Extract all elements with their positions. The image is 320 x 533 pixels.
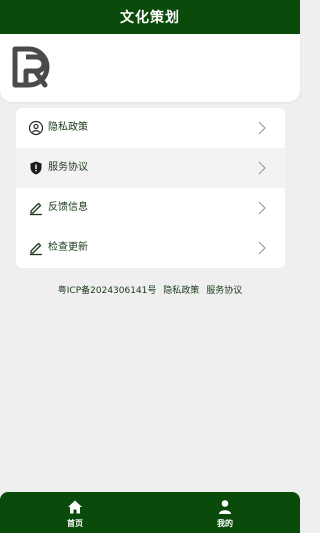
settings-menu: 隐私政策 服务协议 反馈信息 检查更新 — [16, 108, 285, 268]
menu-item-label: 服务协议 — [48, 162, 88, 173]
service-link[interactable]: 服务协议 — [206, 286, 242, 296]
tab-home[interactable]: 首页 — [45, 492, 105, 533]
menu-item-feedback[interactable]: 反馈信息 — [16, 188, 285, 228]
shield-icon — [30, 161, 42, 175]
menu-item-service[interactable]: 服务协议 — [16, 148, 285, 188]
page-title: 文化策划 — [120, 10, 180, 26]
tab-mine-label: 我的 — [217, 519, 233, 528]
chevron-right-icon — [258, 241, 266, 255]
user-icon — [219, 500, 231, 514]
menu-item-label: 反馈信息 — [48, 202, 88, 213]
brand-logo-icon — [12, 46, 50, 88]
profile-card — [0, 34, 300, 102]
menu-item-check-update[interactable]: 检查更新 — [16, 228, 285, 268]
user-circle-icon — [28, 120, 44, 136]
edit-pen-icon — [30, 242, 42, 256]
home-icon — [68, 500, 82, 514]
menu-item-privacy[interactable]: 隐私政策 — [16, 108, 285, 148]
privacy-link[interactable]: 隐私政策 — [163, 286, 199, 296]
tab-mine[interactable]: 我的 — [195, 492, 255, 533]
tab-home-label: 首页 — [67, 519, 83, 528]
bottom-tabbar: 首页 我的 — [0, 492, 300, 533]
chevron-right-icon — [258, 121, 266, 135]
icp-link[interactable]: 粤ICP备2024306141号 — [58, 286, 157, 296]
menu-item-label: 检查更新 — [48, 242, 88, 253]
edit-pen-icon — [30, 202, 42, 216]
chevron-right-icon — [258, 201, 266, 215]
menu-item-label: 隐私政策 — [48, 122, 88, 133]
chevron-right-icon — [258, 161, 266, 175]
app-header: 文化策划 — [0, 0, 300, 34]
footer-links: 粤ICP备2024306141号 隐私政策 服务协议 — [0, 283, 300, 296]
